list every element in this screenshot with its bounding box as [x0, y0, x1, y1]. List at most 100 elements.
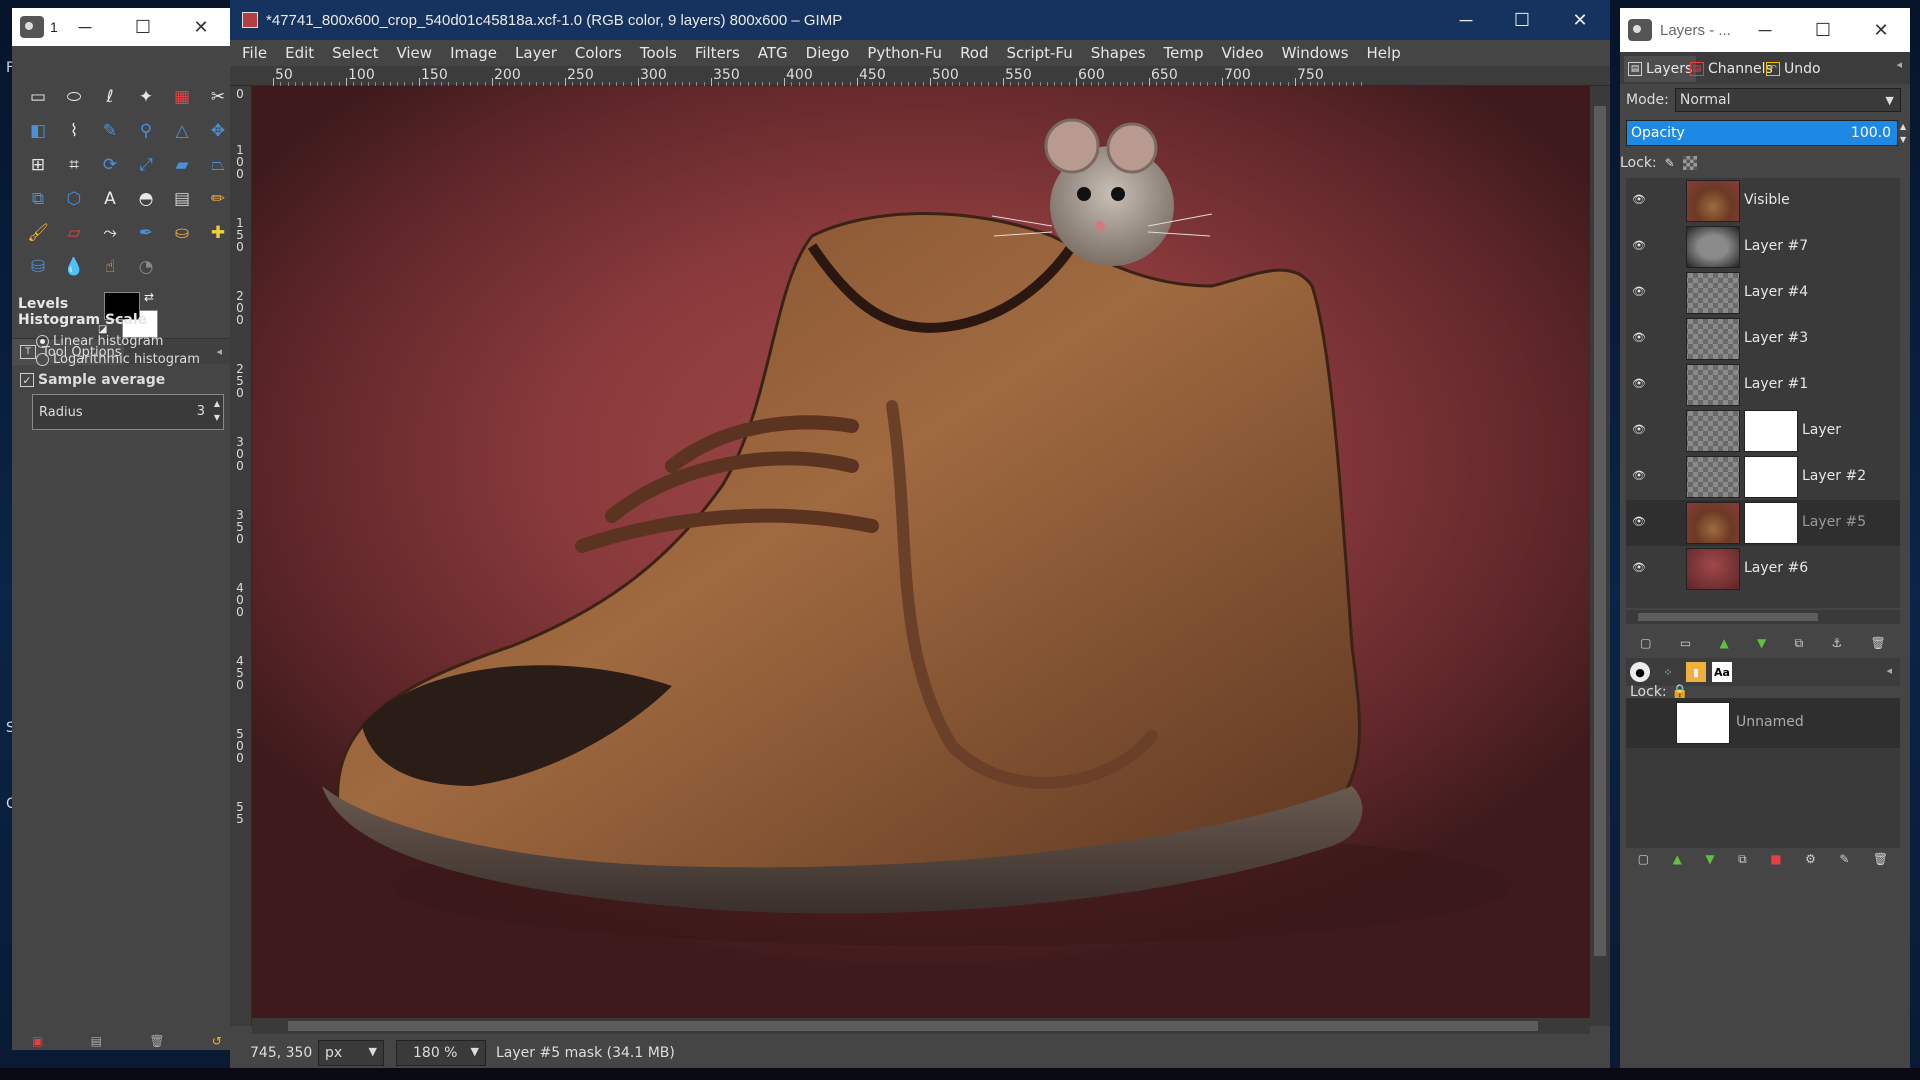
- paths-icon[interactable]: ⌇: [56, 114, 92, 148]
- patterns-icon[interactable]: ⁘: [1658, 662, 1678, 682]
- radius-spinner[interactable]: Radius 3 ▲ ▼: [32, 394, 224, 430]
- swap-colors-icon[interactable]: ⇄: [144, 290, 154, 304]
- fonts-icon[interactable]: Aa: [1712, 662, 1732, 682]
- gradient-icon[interactable]: ▤: [164, 182, 200, 216]
- layer-row[interactable]: 👁 Layer #4: [1626, 270, 1900, 316]
- unified-transform-icon[interactable]: ⧉: [20, 182, 56, 216]
- layer-mask-thumbnail[interactable]: [1744, 456, 1798, 498]
- new-group-icon[interactable]: ▭: [1680, 636, 1691, 650]
- anchor-layer-icon[interactable]: ⚓: [1831, 636, 1842, 650]
- layers-scrollbar[interactable]: [1626, 610, 1900, 624]
- foreground-select-icon[interactable]: ◧: [20, 114, 56, 148]
- maximize-button[interactable]: ☐: [114, 8, 172, 46]
- new-channel-icon[interactable]: ▢: [1638, 852, 1649, 866]
- perspective-clone-icon[interactable]: ⛁: [20, 250, 56, 284]
- color-picker-icon[interactable]: ✎: [92, 114, 128, 148]
- sample-average-checkbox[interactable]: ✓ Sample average: [20, 372, 165, 388]
- delete-layer-icon[interactable]: 🗑: [1871, 636, 1886, 650]
- gradients-icon[interactable]: ▮: [1686, 662, 1706, 682]
- paintbrush-icon[interactable]: 🖌: [20, 216, 56, 250]
- menu-shapes[interactable]: Shapes: [1082, 44, 1155, 62]
- lock-pixels-icon[interactable]: ✎: [1665, 156, 1675, 170]
- visibility-eye-icon[interactable]: 👁: [1632, 515, 1646, 529]
- raise-layer-icon[interactable]: ▲: [1719, 636, 1728, 650]
- image-window-titlebar[interactable]: *47741_800x600_crop_540d01c45818a.xcf-1.…: [230, 0, 1610, 40]
- visibility-eye-icon[interactable]: 👁: [1632, 285, 1646, 299]
- layer-row[interactable]: 👁 Layer #7: [1626, 224, 1900, 270]
- vertical-ruler[interactable]: 0 1 0 0 1 5 0 2 0 0 2 5 0 3 0 0 3 5 0 4 0 0 4 5 …: [230, 86, 252, 1026]
- ink-icon[interactable]: ✒: [128, 216, 164, 250]
- measure-icon[interactable]: △: [164, 114, 200, 148]
- eraser-icon[interactable]: ▱: [56, 216, 92, 250]
- brushes-icon[interactable]: ●: [1630, 662, 1650, 682]
- menu-layer[interactable]: Layer: [506, 44, 566, 62]
- edit-channel-icon[interactable]: ⚙: [1805, 852, 1816, 866]
- menu-script-fu[interactable]: Script-Fu: [998, 44, 1082, 62]
- visibility-eye-icon[interactable]: 👁: [1632, 423, 1646, 437]
- minimize-button[interactable]: ─: [1438, 0, 1494, 40]
- mode-select[interactable]: Normal ▼: [1674, 88, 1901, 112]
- rect-select-icon[interactable]: ▭: [20, 80, 56, 114]
- cage-transform-icon[interactable]: ⬡: [56, 182, 92, 216]
- airbrush-icon[interactable]: ⤳: [92, 216, 128, 250]
- layer-row[interactable]: 👁 Layer #5: [1626, 500, 1900, 546]
- spin-arrows-icon[interactable]: ▲ ▼: [1900, 120, 1906, 146]
- zoom-icon[interactable]: ⚲: [128, 114, 164, 148]
- menu-python-fu[interactable]: Python-Fu: [858, 44, 951, 62]
- horizontal-scrollbar[interactable]: [252, 1018, 1590, 1034]
- delete-channel-icon[interactable]: 🗑: [1873, 852, 1888, 866]
- bucket-fill-icon[interactable]: ◓: [128, 182, 164, 216]
- scroll-thumb[interactable]: [1638, 613, 1818, 621]
- layer-row[interactable]: 👁 Layer #6: [1626, 546, 1900, 592]
- rotate-icon[interactable]: ⟳: [92, 148, 128, 182]
- scroll-thumb[interactable]: [1594, 106, 1606, 956]
- visibility-eye-icon[interactable]: 👁: [1632, 469, 1646, 483]
- menu-view[interactable]: View: [387, 44, 441, 62]
- layer-row[interactable]: 👁 Layer #1: [1626, 362, 1900, 408]
- open-channel-icon[interactable]: ✎: [1839, 852, 1849, 866]
- minimize-button[interactable]: ─: [1736, 8, 1794, 52]
- menu-image[interactable]: Image: [441, 44, 506, 62]
- lower-layer-icon[interactable]: ▼: [1757, 636, 1766, 650]
- layer-row[interactable]: 👁 Visible: [1626, 178, 1900, 224]
- free-select-icon[interactable]: ℓ: [92, 80, 128, 114]
- dock-menu-icon[interactable]: ◂: [1896, 58, 1902, 71]
- close-button[interactable]: ✕: [1550, 0, 1610, 40]
- log-histogram-radio[interactable]: Logarithmic histogram: [36, 352, 200, 367]
- dock-menu-icon[interactable]: ◂: [216, 345, 222, 358]
- clone-icon[interactable]: ⛀: [164, 216, 200, 250]
- new-layer-icon[interactable]: ▢: [1640, 636, 1651, 650]
- ellipse-select-icon[interactable]: ⬭: [56, 80, 92, 114]
- vertical-scrollbar[interactable]: [1590, 86, 1610, 1026]
- layers-dock-titlebar[interactable]: Layers - ... ─ ☐ ✕: [1620, 8, 1910, 52]
- raise-channel-icon[interactable]: ▲: [1673, 852, 1682, 866]
- crop-icon[interactable]: ⌗: [56, 148, 92, 182]
- visibility-eye-icon[interactable]: 👁: [1632, 331, 1646, 345]
- menu-tools[interactable]: Tools: [631, 44, 686, 62]
- unit-select[interactable]: px ▼: [318, 1040, 384, 1066]
- layer-row[interactable]: 👁 Layer #2: [1626, 454, 1900, 500]
- layer-row[interactable]: 👁 Layer #3: [1626, 316, 1900, 362]
- toolbox-titlebar[interactable]: 1 ─ ☐ ✕: [12, 8, 230, 46]
- menu-diego[interactable]: Diego: [797, 44, 859, 62]
- layer-mask-thumbnail[interactable]: [1744, 410, 1798, 452]
- fuzzy-select-icon[interactable]: ✦: [128, 80, 164, 114]
- save-preset-icon[interactable]: ▣: [32, 1034, 43, 1048]
- menu-edit[interactable]: Edit: [276, 44, 323, 62]
- list-item[interactable]: Unnamed: [1626, 698, 1900, 748]
- lower-channel-icon[interactable]: ▼: [1705, 852, 1714, 866]
- menu-filters[interactable]: Filters: [686, 44, 749, 62]
- tab-undo[interactable]: ↶ Undo: [1762, 56, 1825, 82]
- delete-preset-icon[interactable]: 🗑: [149, 1034, 164, 1048]
- select-by-color-icon[interactable]: ▦: [164, 80, 200, 114]
- shear-icon[interactable]: ▰: [164, 148, 200, 182]
- maximize-button[interactable]: ☐: [1794, 8, 1852, 52]
- close-button[interactable]: ✕: [172, 8, 230, 46]
- align-icon[interactable]: ⊞: [20, 148, 56, 182]
- menu-windows[interactable]: Windows: [1273, 44, 1358, 62]
- visibility-eye-icon[interactable]: 👁: [1632, 377, 1646, 391]
- close-button[interactable]: ✕: [1852, 8, 1910, 52]
- duplicate-layer-icon[interactable]: ⧉: [1795, 636, 1804, 651]
- menu-temp[interactable]: Temp: [1155, 44, 1213, 62]
- maximize-button[interactable]: ☐: [1494, 0, 1550, 40]
